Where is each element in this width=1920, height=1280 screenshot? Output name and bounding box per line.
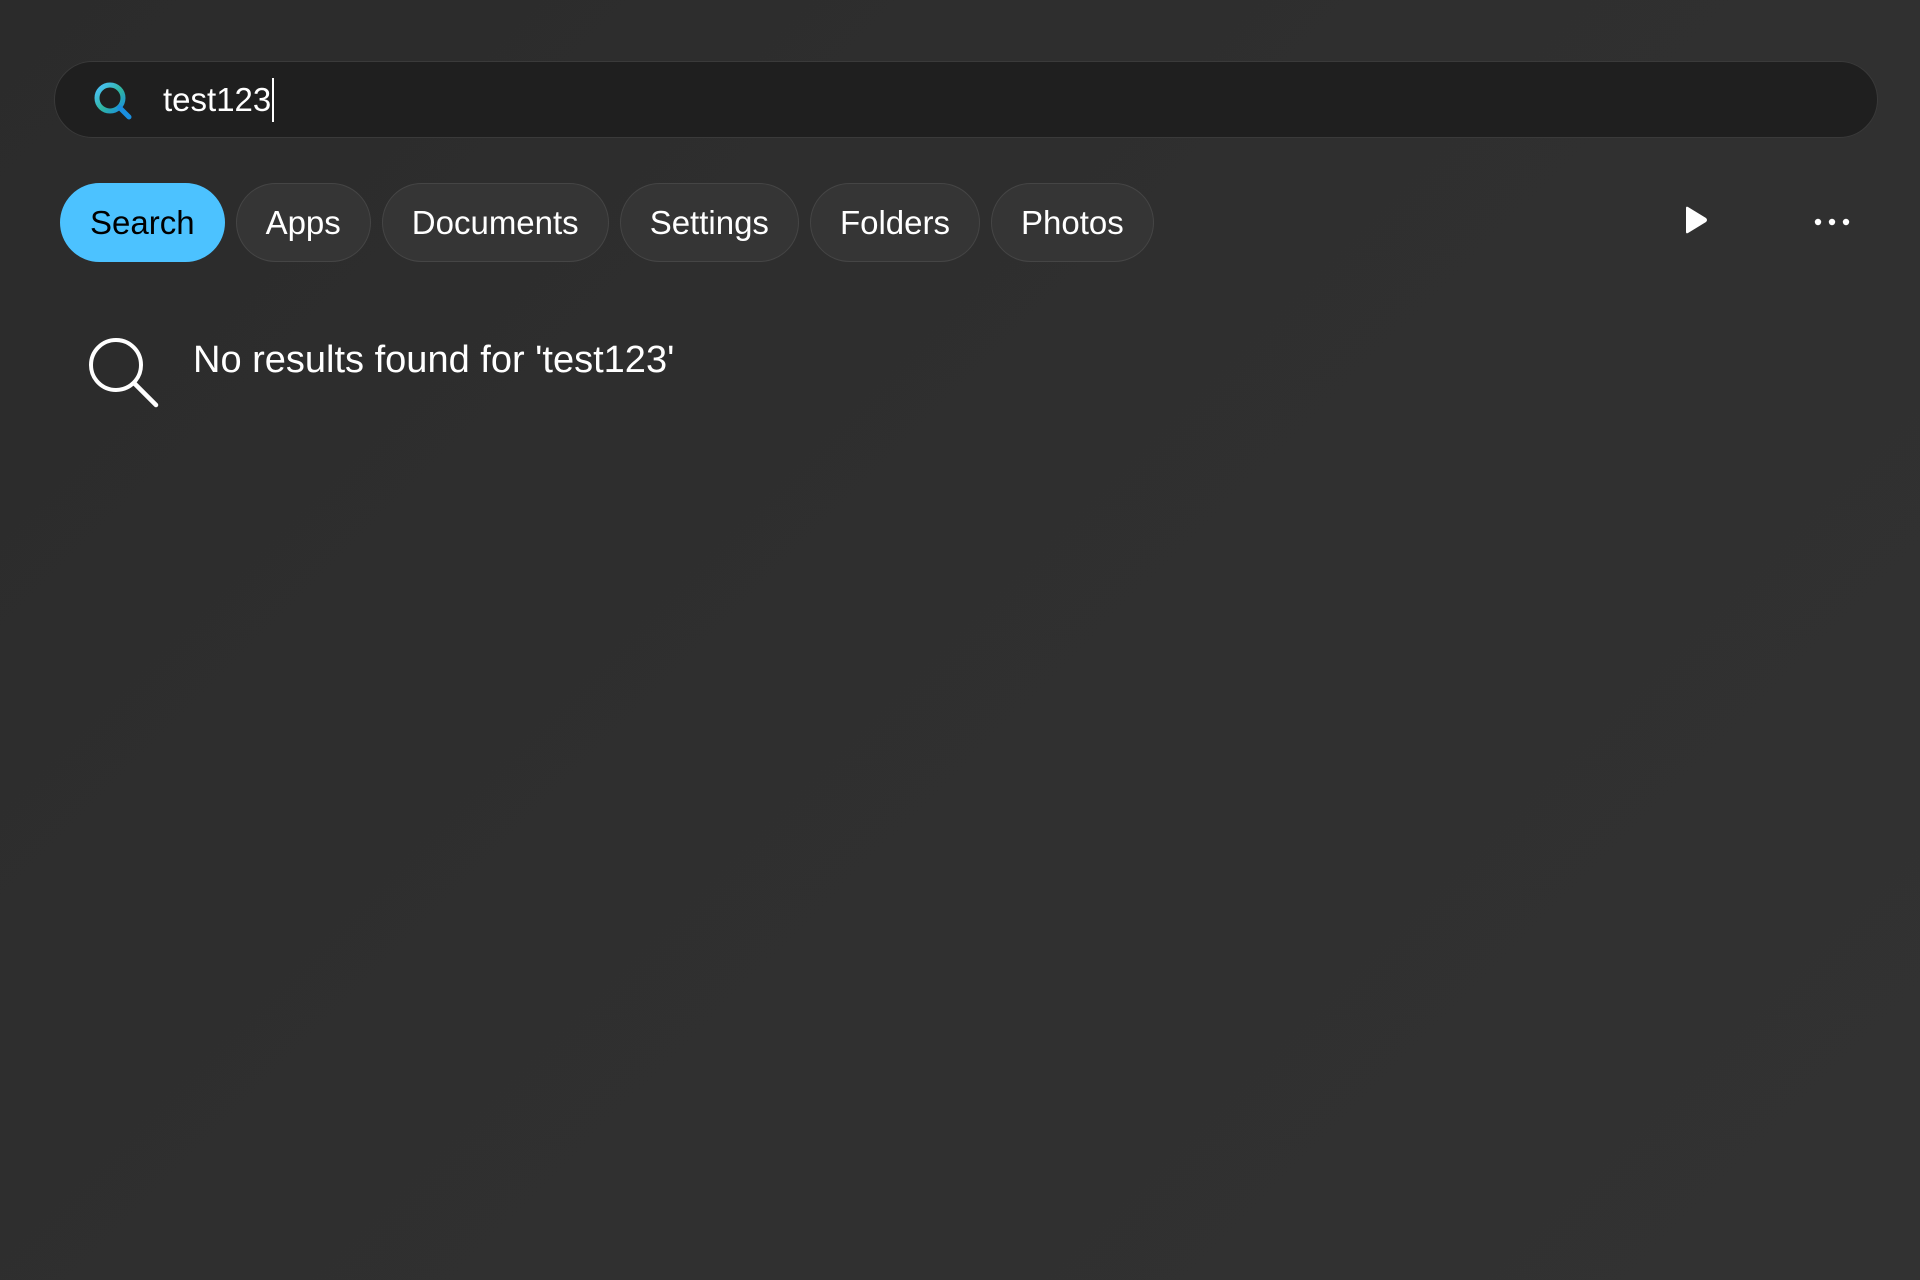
more-options-button[interactable] (1797, 183, 1867, 262)
search-icon (91, 79, 135, 123)
search-input[interactable]: test123 (163, 62, 1843, 137)
play-icon (1684, 205, 1710, 240)
search-icon (86, 335, 160, 409)
search-query-text: test123 (163, 81, 272, 118)
header-controls (0, 183, 1920, 262)
no-results-text: No results found for 'test123' (193, 339, 675, 381)
text-caret (272, 77, 275, 122)
search-box[interactable]: test123 (54, 61, 1878, 138)
more-options-icon (1812, 214, 1852, 232)
play-button[interactable] (1662, 183, 1732, 262)
no-results-message: No results found for 'test123' (86, 335, 674, 409)
